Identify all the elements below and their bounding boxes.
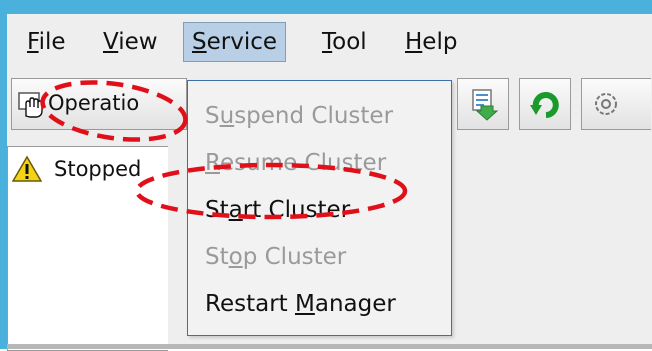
- annotation-overlay: [40, 80, 408, 220]
- annotation-ellipse-start-cluster: [134, 162, 408, 220]
- annotation-ellipse-operation: [40, 80, 188, 142]
